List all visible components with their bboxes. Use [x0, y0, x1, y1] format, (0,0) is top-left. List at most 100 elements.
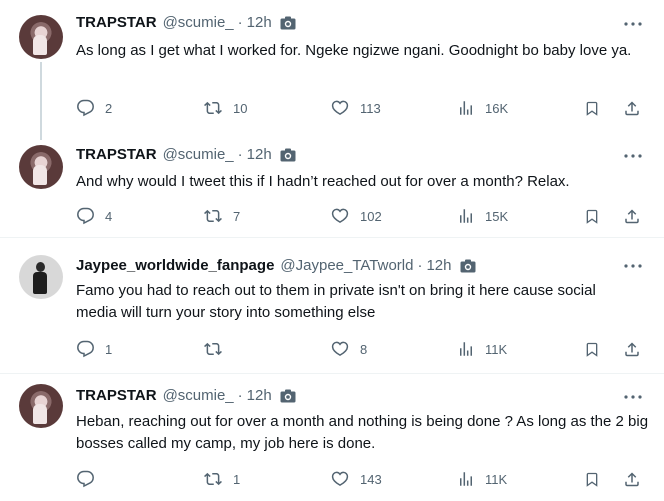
separator: ·: [237, 387, 243, 404]
retweet-button[interactable]: 7: [203, 206, 240, 226]
reply-count: 4: [105, 208, 113, 224]
retweet-button[interactable]: 10: [203, 98, 247, 118]
retweet-button[interactable]: 1: [203, 469, 240, 489]
share-icon: [625, 471, 639, 486]
like-button[interactable]: 143: [330, 469, 382, 489]
views-button[interactable]: 11K: [457, 469, 507, 489]
share-icon: [625, 341, 639, 356]
heart-icon: [331, 471, 349, 487]
separator: ·: [237, 14, 243, 31]
share-icon: [625, 208, 639, 223]
timestamp[interactable]: 12h: [426, 257, 451, 274]
camera-icon: [280, 389, 296, 403]
reply-icon: [77, 340, 94, 358]
bookmark-button[interactable]: [584, 339, 600, 359]
reply-icon: [77, 99, 94, 117]
handle[interactable]: @Jaypee_TATworld: [280, 257, 413, 274]
avatar[interactable]: [19, 145, 63, 189]
tweet-3[interactable]: Jaypee_worldwide_fanpage @Jaypee_TATworl…: [0, 238, 664, 373]
camera-icon: [280, 148, 296, 162]
action-bar: 2 10 113 16K: [76, 98, 644, 118]
handle[interactable]: @scumie_: [163, 146, 234, 163]
handle[interactable]: @scumie_: [163, 387, 234, 404]
tweet-text: Famo you had to reach out to them in pri…: [76, 282, 596, 321]
tweet-header: TRAPSTAR @scumie_ · 12h: [76, 146, 296, 163]
like-button[interactable]: 102: [330, 206, 382, 226]
views-count: 15K: [485, 208, 509, 224]
views-button[interactable]: 16K: [457, 98, 508, 118]
heart-icon: [331, 100, 349, 116]
reply-count: 1: [105, 341, 113, 357]
like-button[interactable]: 113: [330, 98, 381, 118]
more-icon[interactable]: [624, 147, 642, 165]
tweet-text: And why would I tweet this if I hadn’t r…: [76, 173, 570, 190]
share-button[interactable]: [623, 339, 641, 359]
timestamp[interactable]: 12h: [247, 14, 272, 31]
bookmark-button[interactable]: [584, 206, 600, 226]
views-icon: [460, 209, 472, 223]
camera-icon: [460, 259, 476, 273]
views-count: 16K: [485, 100, 509, 116]
bookmark-icon: [586, 472, 598, 487]
retweet-icon: [204, 209, 222, 223]
tweet-4[interactable]: TRAPSTAR @scumie_ · 12h Heban, reaching …: [0, 374, 664, 501]
bookmark-icon: [586, 101, 598, 116]
display-name[interactable]: TRAPSTAR: [76, 14, 157, 31]
camera-icon: [280, 16, 296, 30]
avatar[interactable]: [19, 384, 63, 428]
bookmark-icon: [586, 342, 598, 357]
like-count: 143: [360, 471, 382, 487]
tweet-2[interactable]: TRAPSTAR @scumie_ · 12h And why would I …: [0, 140, 664, 237]
reply-icon: [77, 470, 94, 488]
retweet-count: 10: [233, 100, 248, 116]
reply-button[interactable]: 1: [76, 339, 112, 359]
display-name[interactable]: Jaypee_worldwide_fanpage: [76, 257, 274, 274]
retweet-icon: [204, 101, 222, 115]
share-icon: [625, 100, 639, 115]
handle[interactable]: @scumie_: [163, 14, 234, 31]
retweet-count: 1: [233, 471, 241, 487]
share-button[interactable]: [623, 98, 641, 118]
like-button[interactable]: 8: [330, 339, 367, 359]
display-name[interactable]: TRAPSTAR: [76, 387, 157, 404]
more-icon[interactable]: [624, 257, 642, 275]
tweet-text: Heban, reaching out for over a month and…: [76, 413, 649, 452]
like-count: 102: [360, 208, 382, 224]
views-icon: [460, 101, 472, 115]
views-icon: [460, 342, 472, 356]
heart-icon: [331, 341, 349, 357]
reply-button[interactable]: 4: [76, 206, 112, 226]
action-bar: 1 8 11K: [76, 339, 644, 359]
views-count: 11K: [485, 471, 508, 487]
reply-icon: [77, 207, 94, 225]
display-name[interactable]: TRAPSTAR: [76, 146, 157, 163]
reply-button[interactable]: [76, 469, 105, 489]
bookmark-icon: [586, 209, 598, 224]
avatar[interactable]: [19, 255, 63, 299]
heart-icon: [331, 208, 349, 224]
tweet-1[interactable]: TRAPSTAR @scumie_ · 12h As long as I get…: [0, 0, 664, 140]
views-count: 11K: [485, 341, 508, 357]
views-button[interactable]: 11K: [457, 339, 507, 359]
separator: ·: [417, 257, 423, 274]
views-icon: [460, 472, 472, 486]
more-icon[interactable]: [624, 15, 642, 33]
retweet-button[interactable]: [203, 339, 233, 359]
bookmark-button[interactable]: [584, 98, 600, 118]
reply-button[interactable]: 2: [76, 98, 112, 118]
retweet-icon: [204, 472, 222, 486]
bookmark-button[interactable]: [584, 469, 600, 489]
tweet-header: TRAPSTAR @scumie_ · 12h: [76, 14, 296, 31]
separator: ·: [237, 146, 243, 163]
timestamp[interactable]: 12h: [247, 146, 272, 163]
views-button[interactable]: 15K: [457, 206, 508, 226]
timestamp[interactable]: 12h: [247, 387, 272, 404]
avatar[interactable]: [19, 15, 63, 59]
tweet-header: Jaypee_worldwide_fanpage @Jaypee_TATworl…: [76, 257, 476, 274]
like-count: 8: [360, 341, 368, 357]
like-count: 113: [360, 100, 381, 116]
more-icon[interactable]: [624, 388, 642, 406]
reply-count: 2: [105, 100, 113, 116]
share-button[interactable]: [623, 469, 641, 489]
share-button[interactable]: [623, 206, 641, 226]
